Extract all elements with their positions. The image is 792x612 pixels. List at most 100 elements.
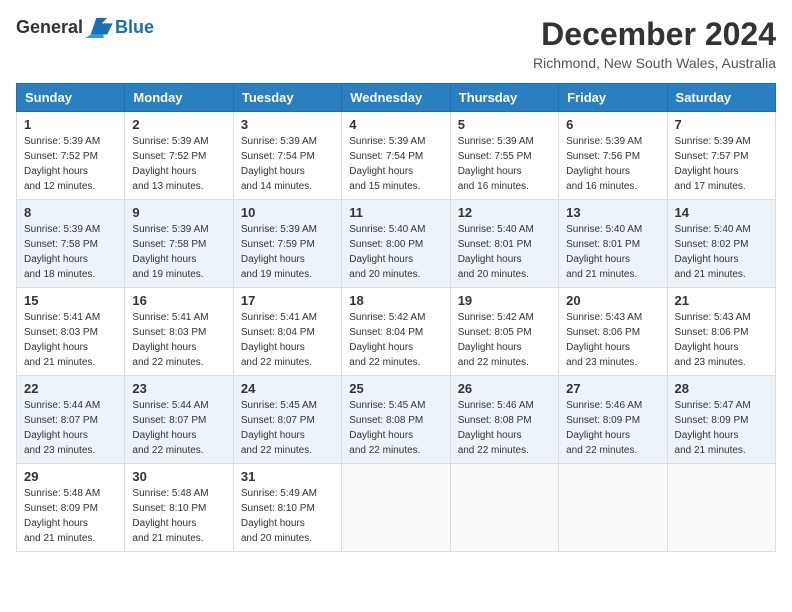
day-info: Sunrise: 5:39 AM Sunset: 7:54 PM Dayligh…: [349, 134, 442, 194]
calendar-day-header: Monday: [125, 84, 233, 112]
calendar-day-cell: 18 Sunrise: 5:42 AM Sunset: 8:04 PM Dayl…: [342, 288, 450, 376]
calendar-day-cell: [667, 464, 775, 552]
day-info: Sunrise: 5:39 AM Sunset: 7:58 PM Dayligh…: [132, 222, 225, 282]
day-number: 6: [566, 117, 659, 132]
day-number: 3: [241, 117, 334, 132]
day-info: Sunrise: 5:40 AM Sunset: 8:01 PM Dayligh…: [458, 222, 551, 282]
calendar-day-cell: 27 Sunrise: 5:46 AM Sunset: 8:09 PM Dayl…: [559, 376, 667, 464]
calendar-day-cell: 22 Sunrise: 5:44 AM Sunset: 8:07 PM Dayl…: [17, 376, 125, 464]
calendar-day-cell: 9 Sunrise: 5:39 AM Sunset: 7:58 PM Dayli…: [125, 200, 233, 288]
day-info: Sunrise: 5:40 AM Sunset: 8:00 PM Dayligh…: [349, 222, 442, 282]
day-info: Sunrise: 5:46 AM Sunset: 8:08 PM Dayligh…: [458, 398, 551, 458]
calendar-week-row: 22 Sunrise: 5:44 AM Sunset: 8:07 PM Dayl…: [17, 376, 776, 464]
day-info: Sunrise: 5:42 AM Sunset: 8:04 PM Dayligh…: [349, 310, 442, 370]
calendar-day-cell: 5 Sunrise: 5:39 AM Sunset: 7:55 PM Dayli…: [450, 112, 558, 200]
day-info: Sunrise: 5:39 AM Sunset: 7:57 PM Dayligh…: [675, 134, 768, 194]
calendar-day-cell: 10 Sunrise: 5:39 AM Sunset: 7:59 PM Dayl…: [233, 200, 341, 288]
day-number: 25: [349, 381, 442, 396]
calendar-day-header: Friday: [559, 84, 667, 112]
calendar-subtitle: Richmond, New South Wales, Australia: [533, 55, 776, 71]
calendar-day-cell: 2 Sunrise: 5:39 AM Sunset: 7:52 PM Dayli…: [125, 112, 233, 200]
day-number: 27: [566, 381, 659, 396]
day-number: 30: [132, 469, 225, 484]
calendar-day-header: Saturday: [667, 84, 775, 112]
calendar-day-cell: 15 Sunrise: 5:41 AM Sunset: 8:03 PM Dayl…: [17, 288, 125, 376]
calendar-day-cell: [559, 464, 667, 552]
calendar-day-cell: 17 Sunrise: 5:41 AM Sunset: 8:04 PM Dayl…: [233, 288, 341, 376]
calendar-day-cell: 30 Sunrise: 5:48 AM Sunset: 8:10 PM Dayl…: [125, 464, 233, 552]
day-info: Sunrise: 5:47 AM Sunset: 8:09 PM Dayligh…: [675, 398, 768, 458]
calendar-day-cell: 12 Sunrise: 5:40 AM Sunset: 8:01 PM Dayl…: [450, 200, 558, 288]
day-info: Sunrise: 5:45 AM Sunset: 8:08 PM Dayligh…: [349, 398, 442, 458]
day-number: 14: [675, 205, 768, 220]
day-number: 13: [566, 205, 659, 220]
calendar-week-row: 8 Sunrise: 5:39 AM Sunset: 7:58 PM Dayli…: [17, 200, 776, 288]
day-number: 7: [675, 117, 768, 132]
day-number: 19: [458, 293, 551, 308]
day-info: Sunrise: 5:42 AM Sunset: 8:05 PM Dayligh…: [458, 310, 551, 370]
day-info: Sunrise: 5:39 AM Sunset: 7:55 PM Dayligh…: [458, 134, 551, 194]
calendar-week-row: 29 Sunrise: 5:48 AM Sunset: 8:09 PM Dayl…: [17, 464, 776, 552]
calendar-day-cell: 14 Sunrise: 5:40 AM Sunset: 8:02 PM Dayl…: [667, 200, 775, 288]
day-info: Sunrise: 5:43 AM Sunset: 8:06 PM Dayligh…: [566, 310, 659, 370]
calendar-week-row: 15 Sunrise: 5:41 AM Sunset: 8:03 PM Dayl…: [17, 288, 776, 376]
calendar-day-cell: 6 Sunrise: 5:39 AM Sunset: 7:56 PM Dayli…: [559, 112, 667, 200]
day-info: Sunrise: 5:40 AM Sunset: 8:01 PM Dayligh…: [566, 222, 659, 282]
calendar-day-cell: 7 Sunrise: 5:39 AM Sunset: 7:57 PM Dayli…: [667, 112, 775, 200]
day-number: 29: [24, 469, 117, 484]
day-info: Sunrise: 5:39 AM Sunset: 7:52 PM Dayligh…: [24, 134, 117, 194]
day-info: Sunrise: 5:39 AM Sunset: 7:52 PM Dayligh…: [132, 134, 225, 194]
day-number: 22: [24, 381, 117, 396]
day-info: Sunrise: 5:39 AM Sunset: 7:56 PM Dayligh…: [566, 134, 659, 194]
calendar-day-cell: 3 Sunrise: 5:39 AM Sunset: 7:54 PM Dayli…: [233, 112, 341, 200]
day-info: Sunrise: 5:48 AM Sunset: 8:10 PM Dayligh…: [132, 486, 225, 546]
calendar-day-cell: 11 Sunrise: 5:40 AM Sunset: 8:00 PM Dayl…: [342, 200, 450, 288]
logo-general-text: General: [16, 17, 83, 38]
calendar-day-header: Thursday: [450, 84, 558, 112]
calendar-day-cell: [342, 464, 450, 552]
day-info: Sunrise: 5:49 AM Sunset: 8:10 PM Dayligh…: [241, 486, 334, 546]
title-section: December 2024 Richmond, New South Wales,…: [533, 16, 776, 71]
logo: General Blue: [16, 16, 154, 38]
calendar-week-row: 1 Sunrise: 5:39 AM Sunset: 7:52 PM Dayli…: [17, 112, 776, 200]
calendar-day-cell: 21 Sunrise: 5:43 AM Sunset: 8:06 PM Dayl…: [667, 288, 775, 376]
day-number: 26: [458, 381, 551, 396]
day-info: Sunrise: 5:39 AM Sunset: 7:58 PM Dayligh…: [24, 222, 117, 282]
logo-icon: [85, 16, 113, 38]
day-number: 12: [458, 205, 551, 220]
day-info: Sunrise: 5:41 AM Sunset: 8:04 PM Dayligh…: [241, 310, 334, 370]
day-number: 4: [349, 117, 442, 132]
calendar-table: SundayMondayTuesdayWednesdayThursdayFrid…: [16, 83, 776, 552]
day-info: Sunrise: 5:39 AM Sunset: 7:59 PM Dayligh…: [241, 222, 334, 282]
calendar-day-cell: 26 Sunrise: 5:46 AM Sunset: 8:08 PM Dayl…: [450, 376, 558, 464]
calendar-day-cell: 24 Sunrise: 5:45 AM Sunset: 8:07 PM Dayl…: [233, 376, 341, 464]
day-number: 8: [24, 205, 117, 220]
day-info: Sunrise: 5:39 AM Sunset: 7:54 PM Dayligh…: [241, 134, 334, 194]
calendar-day-cell: 8 Sunrise: 5:39 AM Sunset: 7:58 PM Dayli…: [17, 200, 125, 288]
day-number: 24: [241, 381, 334, 396]
calendar-day-cell: 1 Sunrise: 5:39 AM Sunset: 7:52 PM Dayli…: [17, 112, 125, 200]
day-info: Sunrise: 5:40 AM Sunset: 8:02 PM Dayligh…: [675, 222, 768, 282]
day-info: Sunrise: 5:46 AM Sunset: 8:09 PM Dayligh…: [566, 398, 659, 458]
calendar-day-cell: [450, 464, 558, 552]
day-number: 11: [349, 205, 442, 220]
logo-blue-text: Blue: [115, 17, 154, 38]
day-info: Sunrise: 5:41 AM Sunset: 8:03 PM Dayligh…: [132, 310, 225, 370]
day-number: 9: [132, 205, 225, 220]
day-number: 20: [566, 293, 659, 308]
calendar-day-cell: 25 Sunrise: 5:45 AM Sunset: 8:08 PM Dayl…: [342, 376, 450, 464]
day-number: 2: [132, 117, 225, 132]
calendar-day-cell: 19 Sunrise: 5:42 AM Sunset: 8:05 PM Dayl…: [450, 288, 558, 376]
calendar-title: December 2024: [533, 16, 776, 53]
calendar-header-row: SundayMondayTuesdayWednesdayThursdayFrid…: [17, 84, 776, 112]
calendar-day-header: Wednesday: [342, 84, 450, 112]
calendar-day-cell: 28 Sunrise: 5:47 AM Sunset: 8:09 PM Dayl…: [667, 376, 775, 464]
day-number: 5: [458, 117, 551, 132]
day-info: Sunrise: 5:44 AM Sunset: 8:07 PM Dayligh…: [132, 398, 225, 458]
calendar-day-header: Tuesday: [233, 84, 341, 112]
day-number: 17: [241, 293, 334, 308]
day-info: Sunrise: 5:43 AM Sunset: 8:06 PM Dayligh…: [675, 310, 768, 370]
day-number: 21: [675, 293, 768, 308]
calendar-day-cell: 13 Sunrise: 5:40 AM Sunset: 8:01 PM Dayl…: [559, 200, 667, 288]
day-number: 23: [132, 381, 225, 396]
